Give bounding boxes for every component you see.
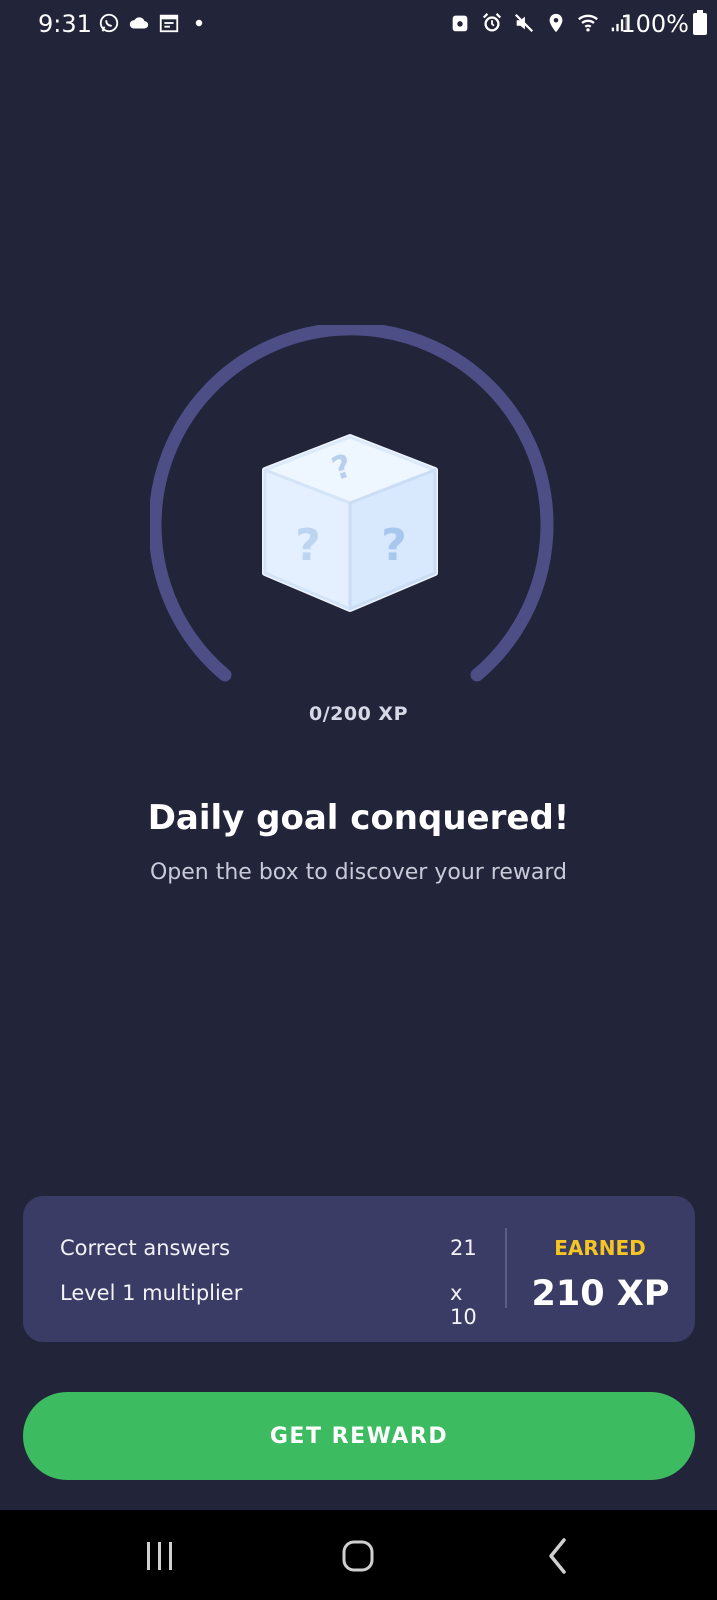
wifi-icon xyxy=(578,14,598,32)
xp-progress-text: 0/200 XP xyxy=(308,703,408,725)
get-reward-button[interactable]: GET REWARD xyxy=(23,1392,695,1480)
recent-apps-icon[interactable] xyxy=(138,1534,182,1578)
cloud-icon xyxy=(129,17,149,29)
stat-value: 21 xyxy=(450,1236,477,1260)
page-subtitle: Open the box to discover your reward xyxy=(149,860,568,885)
alarm-icon xyxy=(482,13,502,32)
xp-summary-card: Correct answers 21 Level 1 multiplier x … xyxy=(23,1196,695,1342)
battery-percent: 100% xyxy=(620,10,689,38)
stat-label: Level 1 multiplier xyxy=(60,1281,243,1305)
earned-label: EARNED xyxy=(554,1236,646,1260)
earned-xp-value: 210 XP xyxy=(531,1274,670,1314)
system-nav-bar xyxy=(0,1510,717,1600)
svg-text:?: ? xyxy=(381,520,407,571)
status-right-icons xyxy=(449,12,631,34)
back-icon[interactable] xyxy=(538,1534,582,1578)
card-divider xyxy=(505,1228,507,1308)
page-title: Daily goal conquered! xyxy=(147,798,570,838)
stat-label: Correct answers xyxy=(60,1236,231,1260)
whatsapp-icon xyxy=(99,13,119,33)
dot-icon xyxy=(195,19,203,27)
mute-icon xyxy=(514,13,534,33)
home-icon[interactable] xyxy=(337,1534,381,1578)
status-bar: 9:31 100% xyxy=(0,0,717,50)
goal-progress-ring: ? ? ? xyxy=(150,325,554,682)
battery-icon xyxy=(693,10,707,35)
status-left-icons xyxy=(98,12,210,34)
svg-text:?: ? xyxy=(295,520,321,571)
calendar-icon xyxy=(159,14,179,33)
location-icon xyxy=(549,13,563,33)
status-time: 9:31 xyxy=(38,10,92,38)
mystery-box-icon[interactable]: ? ? ? xyxy=(262,434,438,612)
stat-value: x 10 xyxy=(450,1281,477,1329)
photo-icon xyxy=(452,15,468,32)
